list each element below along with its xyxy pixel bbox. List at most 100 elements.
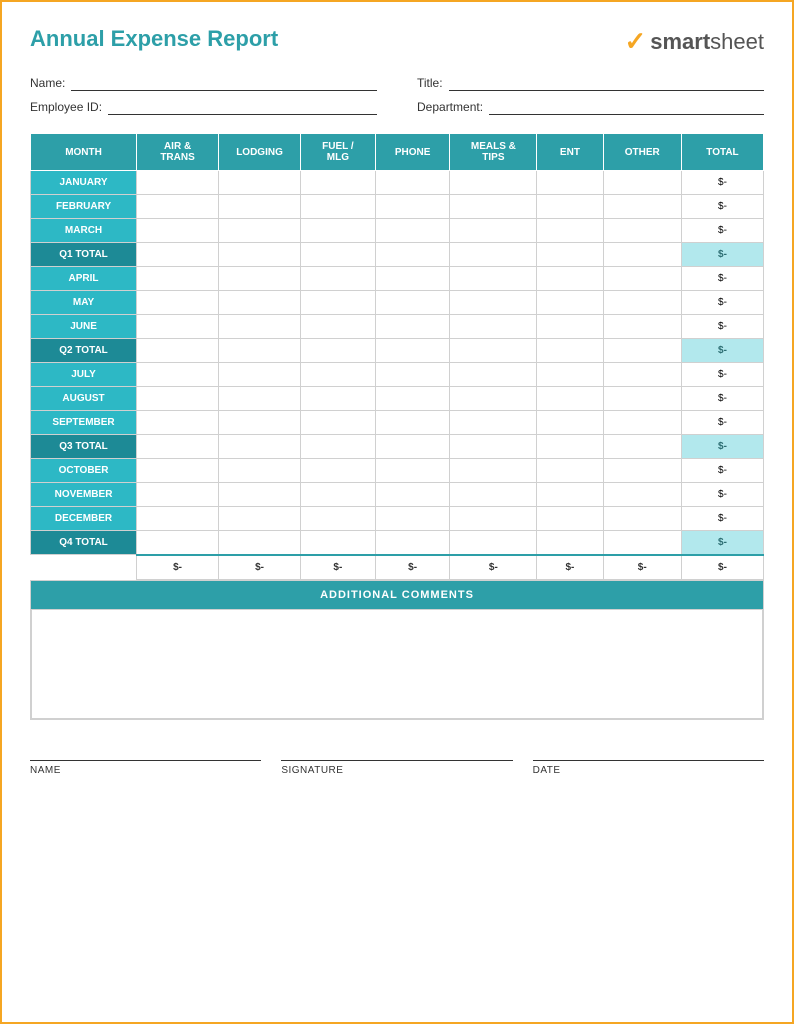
fuel-cell[interactable] <box>301 243 376 267</box>
air-cell[interactable] <box>137 315 219 339</box>
grand-total-air[interactable]: $- <box>137 555 219 580</box>
fuel-cell[interactable] <box>301 339 376 363</box>
phone-cell[interactable] <box>375 339 450 363</box>
phone-cell[interactable] <box>375 531 450 555</box>
phone-cell[interactable] <box>375 483 450 507</box>
meals-cell[interactable] <box>450 507 537 531</box>
air-cell[interactable] <box>137 195 219 219</box>
ent-cell[interactable] <box>537 339 603 363</box>
air-cell[interactable] <box>137 387 219 411</box>
fuel-cell[interactable] <box>301 531 376 555</box>
fuel-cell[interactable] <box>301 411 376 435</box>
ent-cell[interactable] <box>537 315 603 339</box>
ent-cell[interactable] <box>537 195 603 219</box>
phone-cell[interactable] <box>375 315 450 339</box>
ent-cell[interactable] <box>537 219 603 243</box>
phone-cell[interactable] <box>375 459 450 483</box>
total-cell[interactable]: $- <box>681 435 763 459</box>
ent-cell[interactable] <box>537 267 603 291</box>
total-cell[interactable]: $- <box>681 387 763 411</box>
grand-total-phone[interactable]: $- <box>375 555 450 580</box>
meals-cell[interactable] <box>450 171 537 195</box>
lodging-cell[interactable] <box>219 411 301 435</box>
phone-cell[interactable] <box>375 219 450 243</box>
phone-cell[interactable] <box>375 363 450 387</box>
phone-cell[interactable] <box>375 267 450 291</box>
other-cell[interactable] <box>603 219 681 243</box>
air-cell[interactable] <box>137 483 219 507</box>
fuel-cell[interactable] <box>301 219 376 243</box>
fuel-cell[interactable] <box>301 171 376 195</box>
title-input[interactable] <box>449 75 764 91</box>
fuel-cell[interactable] <box>301 363 376 387</box>
meals-cell[interactable] <box>450 315 537 339</box>
phone-cell[interactable] <box>375 291 450 315</box>
meals-cell[interactable] <box>450 219 537 243</box>
department-input[interactable] <box>489 99 764 115</box>
lodging-cell[interactable] <box>219 171 301 195</box>
meals-cell[interactable] <box>450 363 537 387</box>
fuel-cell[interactable] <box>301 507 376 531</box>
total-cell[interactable]: $- <box>681 507 763 531</box>
lodging-cell[interactable] <box>219 363 301 387</box>
meals-cell[interactable] <box>450 291 537 315</box>
ent-cell[interactable] <box>537 171 603 195</box>
grand-total-other[interactable]: $- <box>603 555 681 580</box>
total-cell[interactable]: $- <box>681 483 763 507</box>
meals-cell[interactable] <box>450 267 537 291</box>
meals-cell[interactable] <box>450 459 537 483</box>
phone-cell[interactable] <box>375 507 450 531</box>
lodging-cell[interactable] <box>219 291 301 315</box>
grand-total-ent[interactable]: $- <box>537 555 603 580</box>
total-cell[interactable]: $- <box>681 339 763 363</box>
phone-cell[interactable] <box>375 243 450 267</box>
meals-cell[interactable] <box>450 531 537 555</box>
fuel-cell[interactable] <box>301 483 376 507</box>
air-cell[interactable] <box>137 219 219 243</box>
air-cell[interactable] <box>137 267 219 291</box>
ent-cell[interactable] <box>537 507 603 531</box>
other-cell[interactable] <box>603 339 681 363</box>
lodging-cell[interactable] <box>219 387 301 411</box>
ent-cell[interactable] <box>537 531 603 555</box>
phone-cell[interactable] <box>375 171 450 195</box>
ent-cell[interactable] <box>537 435 603 459</box>
air-cell[interactable] <box>137 435 219 459</box>
total-cell[interactable]: $- <box>681 243 763 267</box>
other-cell[interactable] <box>603 411 681 435</box>
lodging-cell[interactable] <box>219 483 301 507</box>
other-cell[interactable] <box>603 483 681 507</box>
fuel-cell[interactable] <box>301 291 376 315</box>
ent-cell[interactable] <box>537 459 603 483</box>
air-cell[interactable] <box>137 243 219 267</box>
total-cell[interactable]: $- <box>681 459 763 483</box>
lodging-cell[interactable] <box>219 195 301 219</box>
lodging-cell[interactable] <box>219 243 301 267</box>
ent-cell[interactable] <box>537 483 603 507</box>
other-cell[interactable] <box>603 291 681 315</box>
grand-total-total[interactable]: $- <box>681 555 763 580</box>
lodging-cell[interactable] <box>219 219 301 243</box>
other-cell[interactable] <box>603 363 681 387</box>
total-cell[interactable]: $- <box>681 363 763 387</box>
grand-total-fuel[interactable]: $- <box>301 555 376 580</box>
meals-cell[interactable] <box>450 243 537 267</box>
fuel-cell[interactable] <box>301 459 376 483</box>
fuel-cell[interactable] <box>301 315 376 339</box>
employee-id-input[interactable] <box>108 99 377 115</box>
fuel-cell[interactable] <box>301 435 376 459</box>
ent-cell[interactable] <box>537 363 603 387</box>
total-cell[interactable]: $- <box>681 531 763 555</box>
other-cell[interactable] <box>603 459 681 483</box>
lodging-cell[interactable] <box>219 531 301 555</box>
total-cell[interactable]: $- <box>681 411 763 435</box>
phone-cell[interactable] <box>375 411 450 435</box>
grand-total-meals[interactable]: $- <box>450 555 537 580</box>
meals-cell[interactable] <box>450 411 537 435</box>
other-cell[interactable] <box>603 531 681 555</box>
total-cell[interactable]: $- <box>681 219 763 243</box>
lodging-cell[interactable] <box>219 315 301 339</box>
ent-cell[interactable] <box>537 411 603 435</box>
other-cell[interactable] <box>603 267 681 291</box>
total-cell[interactable]: $- <box>681 315 763 339</box>
